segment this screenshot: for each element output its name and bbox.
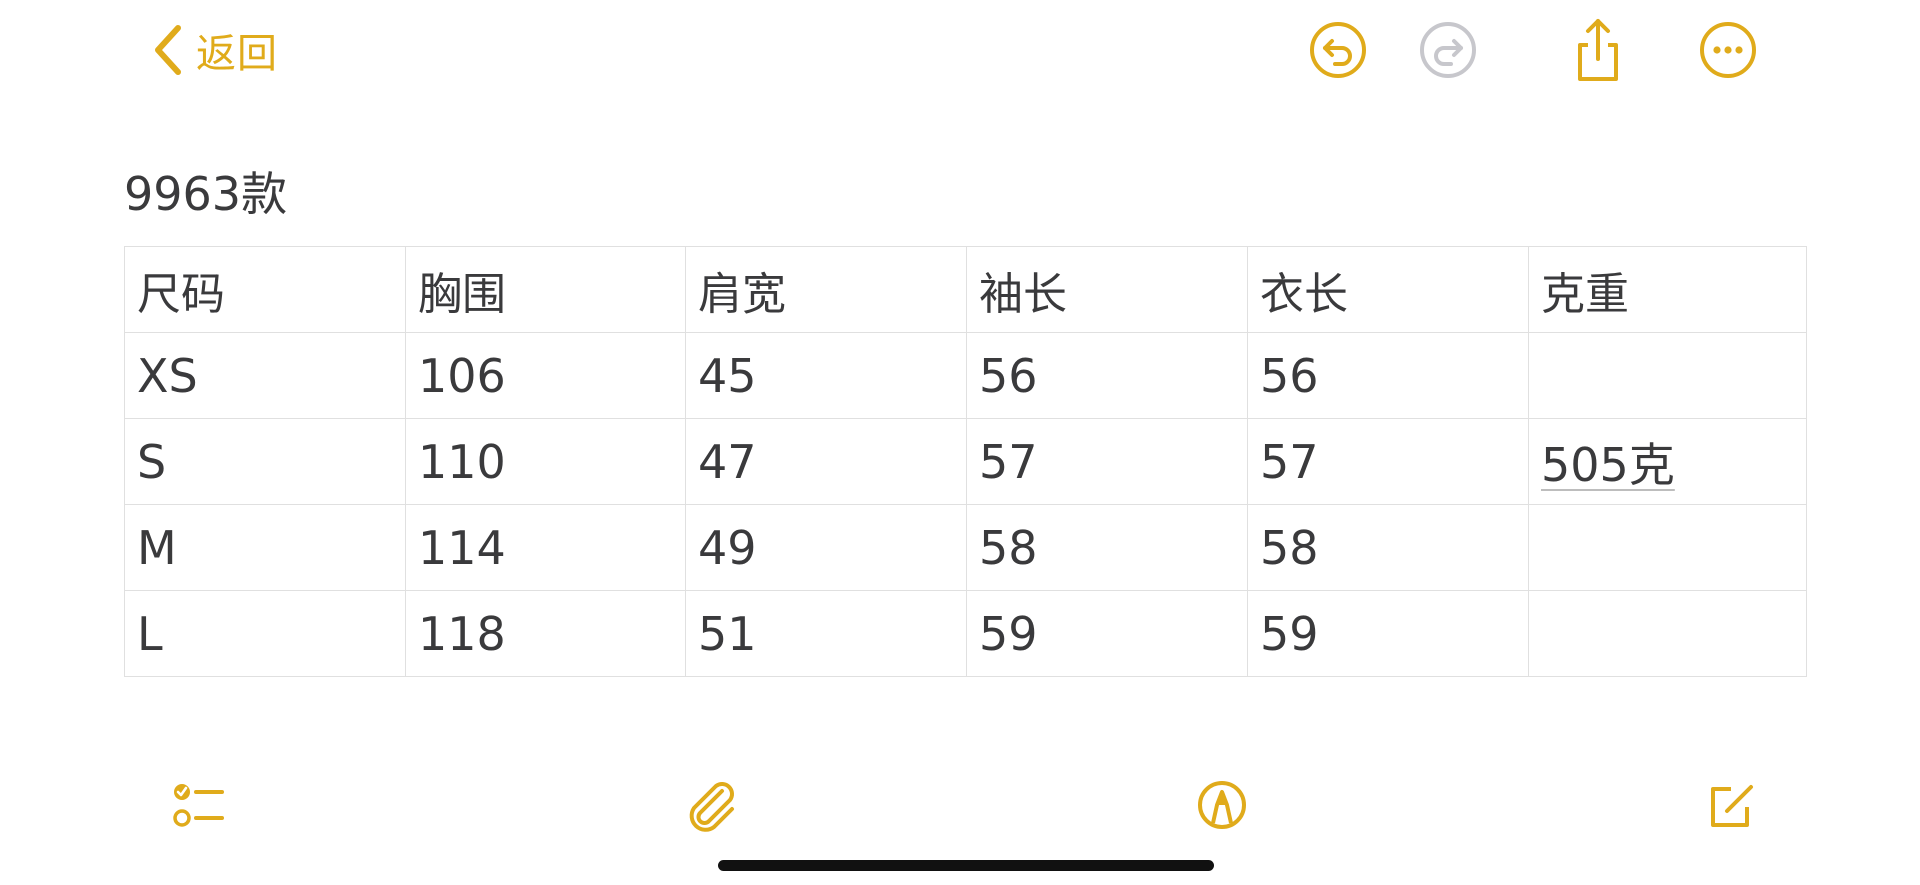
table-cell[interactable]: 58 bbox=[966, 504, 1248, 591]
table-cell[interactable]: 56 bbox=[1247, 332, 1529, 419]
checklist-icon bbox=[168, 775, 228, 835]
markup-button[interactable] bbox=[1187, 770, 1257, 840]
table-header-cell[interactable]: 胸围 bbox=[405, 246, 686, 333]
weight-data-link[interactable]: 505克 bbox=[1541, 438, 1675, 492]
table-row: XS 106 45 56 56 bbox=[124, 332, 1807, 419]
note-title[interactable]: 9963款 bbox=[124, 166, 287, 222]
table-cell[interactable]: 57 bbox=[1247, 418, 1529, 505]
table-cell[interactable]: 505克 bbox=[1528, 418, 1807, 505]
table-row: L 118 51 59 59 bbox=[124, 590, 1807, 677]
redo-icon bbox=[1418, 20, 1478, 80]
table-cell[interactable]: 56 bbox=[966, 332, 1248, 419]
back-label: 返回 bbox=[196, 31, 278, 77]
chevron-left-icon bbox=[150, 24, 184, 76]
table-cell[interactable] bbox=[1528, 504, 1807, 591]
checklist-button[interactable] bbox=[163, 770, 233, 840]
ellipsis-circle-icon bbox=[1698, 20, 1758, 80]
size-table[interactable]: 尺码 胸围 肩宽 袖长 衣长 克重 XS 106 45 56 56 S 110 … bbox=[124, 246, 1807, 677]
table-cell[interactable]: 47 bbox=[685, 418, 967, 505]
table-row: S 110 47 57 57 505克 bbox=[124, 418, 1807, 505]
table-cell[interactable]: 59 bbox=[1247, 590, 1529, 677]
back-button[interactable]: 返回 bbox=[150, 20, 278, 80]
table-header-cell[interactable]: 尺码 bbox=[124, 246, 406, 333]
table-cell[interactable]: 106 bbox=[405, 332, 686, 419]
table-cell[interactable]: 114 bbox=[405, 504, 686, 591]
table-cell[interactable]: 57 bbox=[966, 418, 1248, 505]
table-cell[interactable]: S bbox=[124, 418, 406, 505]
undo-button[interactable] bbox=[1306, 18, 1370, 82]
table-header-cell[interactable]: 袖长 bbox=[966, 246, 1248, 333]
table-cell[interactable]: L bbox=[124, 590, 406, 677]
table-cell[interactable]: 59 bbox=[966, 590, 1248, 677]
table-cell[interactable]: 110 bbox=[405, 418, 686, 505]
share-button[interactable] bbox=[1566, 18, 1630, 82]
compose-button[interactable] bbox=[1696, 770, 1766, 840]
table-row: M 114 49 58 58 bbox=[124, 504, 1807, 591]
table-cell[interactable]: 51 bbox=[685, 590, 967, 677]
table-header-row: 尺码 胸围 肩宽 袖长 衣长 克重 bbox=[124, 246, 1807, 333]
more-button[interactable] bbox=[1696, 18, 1760, 82]
table-cell[interactable]: XS bbox=[124, 332, 406, 419]
undo-icon bbox=[1308, 20, 1368, 80]
table-cell[interactable]: 45 bbox=[685, 332, 967, 419]
table-cell[interactable] bbox=[1528, 590, 1807, 677]
table-header-cell[interactable]: 克重 bbox=[1528, 246, 1807, 333]
home-indicator[interactable] bbox=[718, 860, 1214, 871]
table-header-cell[interactable]: 肩宽 bbox=[685, 246, 967, 333]
table-cell[interactable]: 58 bbox=[1247, 504, 1529, 591]
paperclip-icon bbox=[682, 775, 742, 835]
table-header-cell[interactable]: 衣长 bbox=[1247, 246, 1529, 333]
compose-icon bbox=[1701, 775, 1761, 835]
table-cell[interactable]: M bbox=[124, 504, 406, 591]
table-cell[interactable]: 118 bbox=[405, 590, 686, 677]
share-icon bbox=[1568, 17, 1628, 83]
pen-tip-circle-icon bbox=[1192, 775, 1252, 835]
table-cell[interactable] bbox=[1528, 332, 1807, 419]
redo-button[interactable] bbox=[1416, 18, 1480, 82]
attachment-button[interactable] bbox=[677, 770, 747, 840]
table-cell[interactable]: 49 bbox=[685, 504, 967, 591]
